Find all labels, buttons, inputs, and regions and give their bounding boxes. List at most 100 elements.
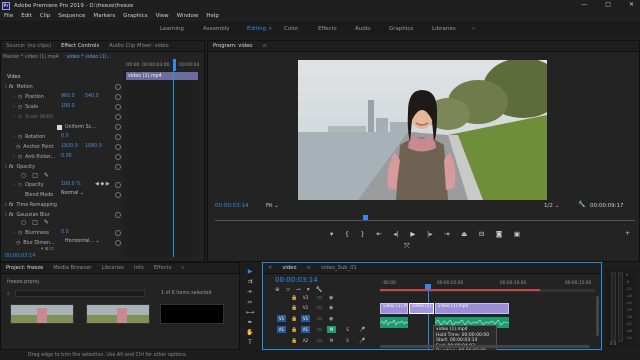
project-thumb-1[interactable] <box>10 304 74 324</box>
tab-audio-clip-mixer[interactable]: Audio Clip Mixer: video <box>109 43 168 49</box>
track-label-v3[interactable]: V3 <box>301 294 310 301</box>
lock-icon[interactable]: 🔒 <box>291 338 297 344</box>
blurriness-reset-icon[interactable] <box>115 230 121 236</box>
mark-in-icon[interactable]: { <box>345 230 349 240</box>
close-button[interactable]: ✕ <box>629 1 634 8</box>
rotation-value[interactable]: 0.0 <box>61 134 69 139</box>
selection-tool-icon[interactable]: ▶ <box>248 268 253 275</box>
pen-mask-icon[interactable]: ✎ <box>44 219 49 226</box>
workspace-menu-icon[interactable]: ≡ <box>268 26 272 32</box>
opacity-value[interactable]: 100.0 % <box>61 182 81 187</box>
source-patch-a1[interactable]: A1 <box>277 326 286 333</box>
meter-solo-buttons[interactable]: S S <box>610 341 616 346</box>
gaussian-reset-icon[interactable] <box>115 212 121 218</box>
go-to-in-icon[interactable]: ⇤ <box>376 230 381 240</box>
menu-markers[interactable]: Markers <box>93 13 115 19</box>
workspace-learning[interactable]: Learning <box>160 26 184 32</box>
mute-a2-button[interactable]: M <box>327 337 336 344</box>
menu-help[interactable]: Help <box>206 13 219 19</box>
uniform-scale-checkbox[interactable] <box>57 124 62 130</box>
blend-reset-icon[interactable] <box>115 192 121 198</box>
stopwatch-icon[interactable]: ◷ <box>16 145 20 150</box>
project-thumb-2[interactable] <box>86 304 150 324</box>
workspace-graphics[interactable]: Graphics <box>389 26 413 32</box>
tab-info[interactable]: Info <box>134 265 144 271</box>
scale-width-reset-icon[interactable] <box>115 114 121 120</box>
play-icon[interactable]: ▶ <box>410 230 415 240</box>
workspace-assembly[interactable]: Assembly <box>203 26 230 32</box>
program-scrub-bar[interactable] <box>215 215 635 223</box>
track-label-v2[interactable]: V2 <box>301 304 310 311</box>
video-clip-freeze[interactable]: video (1) <box>409 303 434 314</box>
tab-sequence-sub[interactable]: video_Sub_01 <box>321 265 357 271</box>
stopwatch-icon[interactable]: ◷ <box>18 95 22 100</box>
export-frame-icon[interactable]: ◙ <box>496 230 502 240</box>
tab-effect-controls[interactable]: Effect Controls <box>61 43 99 49</box>
pen-mask-icon[interactable]: ✎ <box>44 172 49 179</box>
menu-file[interactable]: File <box>4 13 13 19</box>
mute-a1-button[interactable]: M <box>327 326 336 333</box>
lock-icon[interactable]: 🔒 <box>291 295 297 301</box>
solo-a2-button[interactable]: S <box>343 337 352 344</box>
anchor-x[interactable]: 1920.0 <box>61 144 78 149</box>
track-sync-icon[interactable]: ▭ <box>317 295 322 301</box>
menu-view[interactable]: View <box>156 13 169 19</box>
razor-tool-icon[interactable]: ✂ <box>247 299 252 306</box>
workspace-audio[interactable]: Audio <box>355 26 371 32</box>
linked-selection-icon[interactable]: ⊸ <box>296 287 301 293</box>
snap-icon[interactable]: ⊃ <box>286 287 291 293</box>
project-overflow-icon[interactable]: » <box>181 265 184 271</box>
add-marker-icon[interactable]: ▾ <box>307 287 310 293</box>
mark-out-icon[interactable]: } <box>361 230 365 240</box>
pen-tool-icon[interactable]: ✒ <box>247 319 252 326</box>
antiflicker-value[interactable]: 0.00 <box>61 154 72 159</box>
opacity-group-reset-icon[interactable] <box>115 164 121 170</box>
project-search-icon[interactable]: ⌕ <box>7 291 10 297</box>
vr-view-icon[interactable]: ⤧ <box>404 242 410 251</box>
video-clip-1[interactable]: video (1).mp4 <box>380 303 408 314</box>
tab-media-browser[interactable]: Media Browser <box>53 265 91 271</box>
menu-edit[interactable]: Edit <box>21 13 32 19</box>
go-to-out-icon[interactable]: ⇥ <box>444 230 449 240</box>
lift-icon[interactable]: ⏏ <box>461 230 467 240</box>
tab-sequence-video[interactable]: video <box>282 265 296 271</box>
wrench-icon[interactable]: 🔧 <box>578 201 585 208</box>
uniform-scale-reset-icon[interactable] <box>115 124 121 130</box>
menu-sequence[interactable]: Sequence <box>58 13 85 19</box>
blur-dimensions-select[interactable]: Horizontal... ⌄ <box>65 239 100 244</box>
track-eye-icon[interactable]: ◉ <box>329 295 333 301</box>
slip-tool-icon[interactable]: ⟷ <box>246 309 255 316</box>
maximize-button[interactable]: □ <box>605 1 611 8</box>
voiceover-icon[interactable]: 🎤 <box>359 338 365 344</box>
sequence-menu-icon[interactable]: ≡ <box>307 265 311 271</box>
timeline-horizontal-scrollbar[interactable] <box>380 345 590 348</box>
menu-clip[interactable]: Clip <box>40 13 50 19</box>
track-select-tool-icon[interactable]: ⇉ <box>247 278 252 285</box>
comparison-view-icon[interactable]: ▣ <box>514 230 520 240</box>
anchor-reset-icon[interactable] <box>115 144 121 150</box>
track-sync-icon[interactable]: ▭ <box>317 327 322 333</box>
stopwatch-icon[interactable]: ◷ <box>18 105 22 110</box>
opacity-reset-icon[interactable] <box>115 182 121 188</box>
video-clip-2[interactable]: video (1).mp4 <box>435 303 509 314</box>
ec-footer-icons[interactable]: ▾ ⊠ ⊡ <box>41 247 54 252</box>
project-thumb-3[interactable] <box>160 304 224 324</box>
rectangle-mask-icon[interactable]: □ <box>32 219 38 226</box>
type-tool-icon[interactable]: T <box>248 339 252 346</box>
ec-mini-timeline[interactable]: video (1).mp4 <box>123 71 199 257</box>
source-patch-v1[interactable]: V1 <box>277 315 286 322</box>
workspace-effects[interactable]: Effects <box>318 26 337 32</box>
scale-value[interactable]: 100.0 <box>61 104 75 109</box>
workspace-editing[interactable]: Editing <box>247 26 266 32</box>
menu-window[interactable]: Window <box>177 13 199 19</box>
rotation-reset-icon[interactable] <box>115 134 121 140</box>
extract-icon[interactable]: ⊟ <box>479 230 484 240</box>
master-clip-selector[interactable]: Master * video (1).mp4 <box>3 55 59 60</box>
ellipse-mask-icon[interactable]: ○ <box>21 172 26 179</box>
tab-project[interactable]: Project: freeze <box>6 265 43 271</box>
position-reset-icon[interactable] <box>115 94 121 100</box>
tab-program[interactable]: Program: video <box>213 43 252 49</box>
solo-a1-button[interactable]: S <box>343 326 352 333</box>
add-marker-icon[interactable]: ▾ <box>330 230 333 240</box>
clip-selector[interactable]: video * video (1)... <box>67 55 112 60</box>
